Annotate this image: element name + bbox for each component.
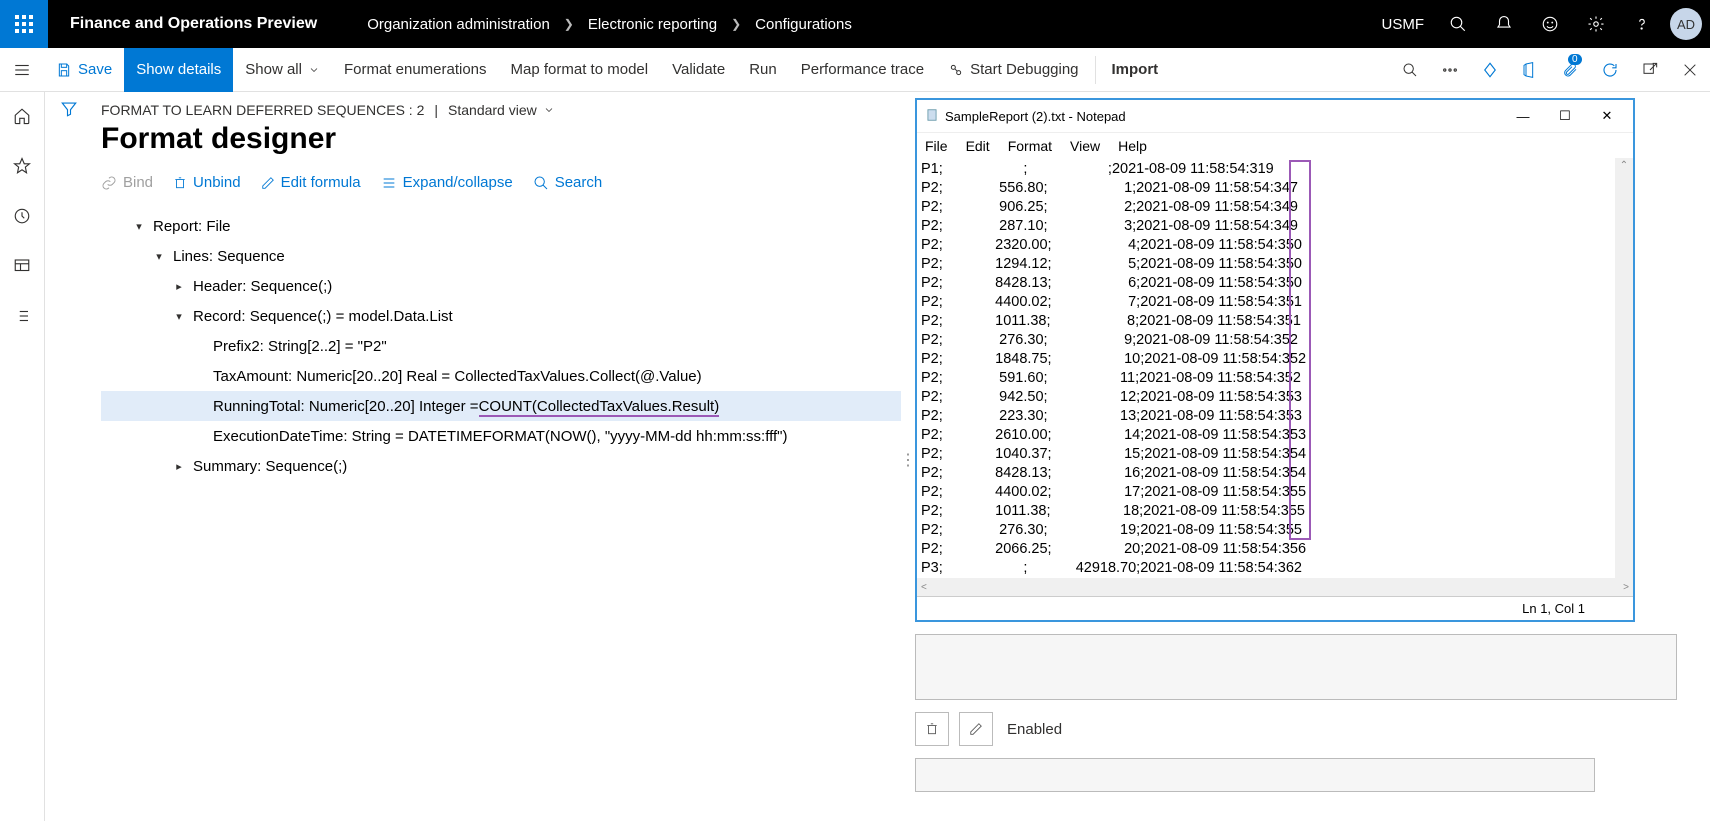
start-debugging-button[interactable]: Start Debugging: [936, 48, 1090, 92]
performance-trace-button[interactable]: Performance trace: [789, 48, 936, 92]
tree-node-label: Header: Sequence(;): [193, 278, 332, 295]
tree-node-label: Summary: Sequence(;): [193, 458, 347, 475]
notepad-title: SampleReport (2).txt - Notepad: [945, 109, 1126, 124]
app-title: Finance and Operations Preview: [48, 15, 339, 33]
star-icon[interactable]: [0, 150, 44, 182]
scrollbar-vertical[interactable]: ⌃: [1615, 158, 1633, 578]
breadcrumb-item[interactable]: Organization administration: [367, 16, 550, 33]
tree-node[interactable]: ▸ Summary: Sequence(;): [101, 451, 901, 481]
gear-icon[interactable]: [1574, 0, 1618, 48]
page-title: Format designer: [101, 122, 901, 156]
attachments-icon[interactable]: 0: [1550, 48, 1590, 92]
search-icon[interactable]: [1390, 48, 1430, 92]
edit-icon[interactable]: [959, 712, 993, 746]
bind-button[interactable]: Bind: [101, 174, 153, 191]
notepad-menu: File Edit Format View Help: [917, 132, 1633, 158]
help-icon[interactable]: [1620, 0, 1664, 48]
unbind-button[interactable]: Unbind: [173, 174, 241, 191]
format-tree: ▾ Report: File ▾ Lines: Sequence ▸ Header: Se…: [101, 211, 901, 481]
app-launcher-icon[interactable]: [0, 0, 48, 48]
notepad-status: Ln 1, Col 1: [1522, 601, 1585, 616]
notepad-file-icon: [925, 108, 939, 125]
tree-node[interactable]: ▾ Record: Sequence(;) = model.Data.List: [101, 301, 901, 331]
chevron-right-icon: ❯: [564, 17, 574, 31]
maximize-icon[interactable]: ☐: [1547, 108, 1583, 124]
menu-edit[interactable]: Edit: [966, 138, 990, 154]
modules-icon[interactable]: [0, 300, 44, 332]
tree-node[interactable]: ▾ Report: File: [101, 211, 901, 241]
recent-icon[interactable]: [0, 200, 44, 232]
smiley-icon[interactable]: [1528, 0, 1572, 48]
caret-down-icon[interactable]: ▾: [151, 250, 167, 263]
tree-node[interactable]: ▸ Header: Sequence(;): [101, 271, 901, 301]
close-icon[interactable]: [1670, 48, 1710, 92]
scrollbar-horizontal[interactable]: <>: [917, 578, 1633, 596]
tree-node[interactable]: ▾ Lines: Sequence: [101, 241, 901, 271]
search-icon[interactable]: [1436, 0, 1480, 48]
search-button[interactable]: Search: [533, 174, 603, 191]
caret-right-icon[interactable]: ▸: [171, 280, 187, 293]
refresh-icon[interactable]: [1590, 48, 1630, 92]
minimize-icon[interactable]: —: [1505, 109, 1541, 124]
workspace-icon[interactable]: [0, 250, 44, 282]
tree-node-label: Lines: Sequence: [173, 248, 285, 265]
enabled-value-box[interactable]: [915, 758, 1595, 792]
tree-node-label: Record: Sequence(;) = model.Data.List: [193, 308, 453, 325]
hamburger-icon[interactable]: [0, 48, 44, 92]
tree-node-label: Report: File: [153, 218, 231, 235]
office-icon[interactable]: [1510, 48, 1550, 92]
diamond-icon[interactable]: [1470, 48, 1510, 92]
view-selector[interactable]: Standard view: [448, 102, 555, 118]
chevron-right-icon: ❯: [731, 17, 741, 31]
breadcrumb-item[interactable]: Configurations: [755, 16, 852, 33]
filter-icon[interactable]: [60, 100, 78, 821]
edit-formula-button[interactable]: Edit formula: [261, 174, 361, 191]
save-label: Save: [78, 61, 112, 78]
delete-icon[interactable]: [915, 712, 949, 746]
menu-help[interactable]: Help: [1118, 138, 1147, 154]
menu-view[interactable]: View: [1070, 138, 1100, 154]
tree-node-label: Prefix2: String[2..2] = "P2": [213, 338, 387, 355]
splitter[interactable]: ⋮: [901, 98, 915, 821]
show-all-button[interactable]: Show all: [233, 48, 332, 92]
tree-node-label: ExecutionDateTime: String = DATETIMEFORM…: [213, 428, 787, 445]
tree-node-label: TaxAmount: Numeric[20..20] Real = Collec…: [213, 368, 702, 385]
save-button[interactable]: Save: [44, 48, 124, 92]
tree-node[interactable]: TaxAmount: Numeric[20..20] Real = Collec…: [101, 361, 901, 391]
popout-icon[interactable]: [1630, 48, 1670, 92]
expression-box[interactable]: [915, 634, 1677, 700]
tree-node-underlined: COUNT(CollectedTaxValues.Result): [479, 398, 720, 415]
notepad-window: SampleReport (2).txt - Notepad — ☐ ✕ Fil…: [915, 98, 1635, 622]
breadcrumb: Organization administration ❯ Electronic…: [367, 16, 852, 33]
tree-node-label: RunningTotal: Numeric[20..20] Integer =: [213, 398, 479, 415]
tree-node[interactable]: RunningTotal: Numeric[20..20] Integer = …: [101, 391, 901, 421]
separator: [1095, 56, 1096, 84]
menu-format[interactable]: Format: [1008, 138, 1052, 154]
avatar[interactable]: AD: [1670, 8, 1702, 40]
breadcrumb-item[interactable]: Electronic reporting: [588, 16, 717, 33]
enabled-label: Enabled: [1007, 721, 1062, 738]
menu-file[interactable]: File: [925, 138, 948, 154]
left-rail: [0, 92, 45, 821]
tree-node[interactable]: Prefix2: String[2..2] = "P2": [101, 331, 901, 361]
legal-entity[interactable]: USMF: [1372, 16, 1435, 33]
validate-button[interactable]: Validate: [660, 48, 737, 92]
show-details-button[interactable]: Show details: [124, 48, 233, 92]
expand-collapse-button[interactable]: Expand/collapse: [381, 174, 513, 191]
more-icon[interactable]: [1430, 48, 1470, 92]
map-format-button[interactable]: Map format to model: [499, 48, 661, 92]
attachments-badge: 0: [1568, 54, 1582, 65]
run-button[interactable]: Run: [737, 48, 789, 92]
caret-right-icon[interactable]: ▸: [171, 460, 187, 473]
notepad-text[interactable]: P1; ; ;2021-08-09 11:58:54:319 P2; 556.8…: [917, 158, 1615, 578]
caret-down-icon[interactable]: ▾: [131, 220, 147, 233]
home-icon[interactable]: [0, 100, 44, 132]
tree-node[interactable]: ExecutionDateTime: String = DATETIMEFORM…: [101, 421, 901, 451]
page-context: FORMAT TO LEARN DEFERRED SEQUENCES : 2: [101, 102, 424, 118]
bell-icon[interactable]: [1482, 0, 1526, 48]
import-button[interactable]: Import: [1100, 48, 1171, 92]
caret-down-icon[interactable]: ▾: [171, 310, 187, 323]
close-icon[interactable]: ✕: [1589, 108, 1625, 124]
format-enumerations-button[interactable]: Format enumerations: [332, 48, 499, 92]
